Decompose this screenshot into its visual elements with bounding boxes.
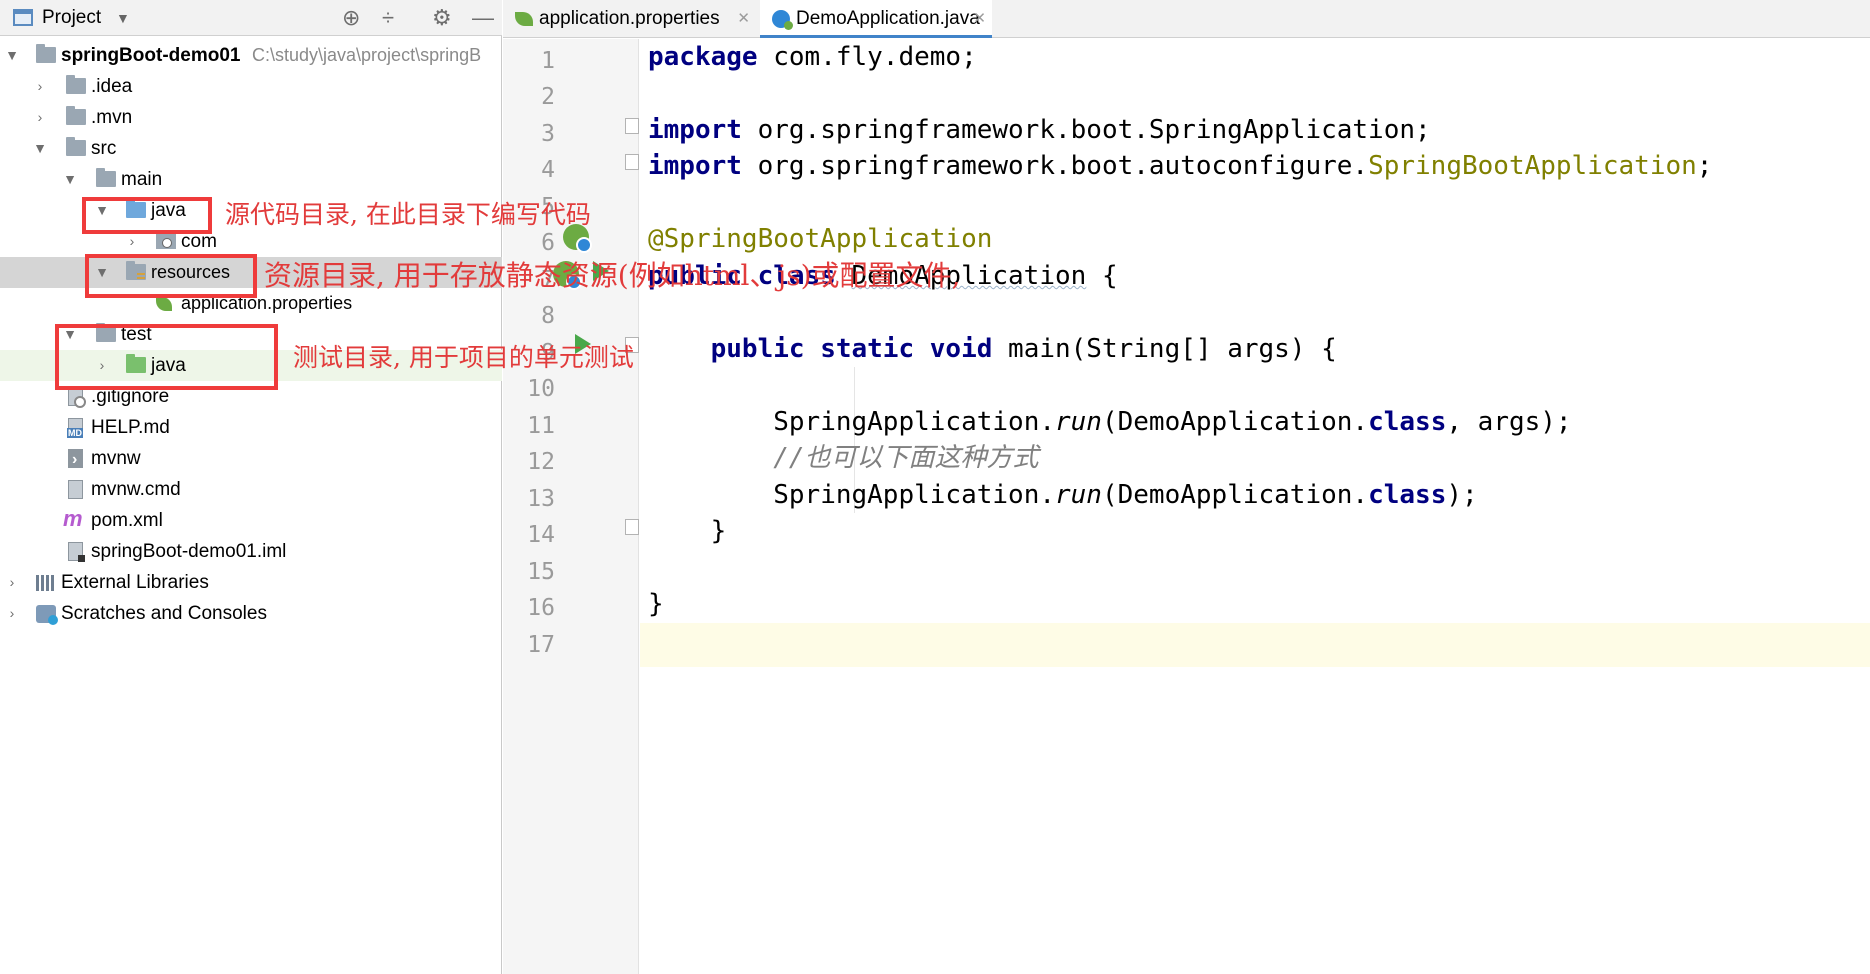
chevron-down-icon[interactable]: ▼ <box>4 40 20 71</box>
package-icon <box>156 233 176 249</box>
module-folder-icon <box>36 44 56 63</box>
close-icon[interactable]: ✕ <box>737 0 750 38</box>
project-view-selector[interactable]: Project <box>42 7 101 29</box>
tab-application-properties[interactable]: application.properties ✕ <box>503 0 756 38</box>
tree-item-idea[interactable]: › .idea <box>0 71 502 102</box>
tree-item-label: .mvn <box>91 107 133 128</box>
code-line-1[interactable]: package com.fly.demo; <box>648 35 977 79</box>
chevron-down-icon[interactable]: ▼ <box>116 10 130 26</box>
chevron-right-icon[interactable]: › <box>4 567 20 598</box>
fold-marker-icon[interactable] <box>625 519 639 535</box>
tree-item-label: mvnw.cmd <box>91 479 181 500</box>
locate-icon[interactable]: ⊕ <box>342 6 360 30</box>
module-file-icon <box>68 542 85 562</box>
tree-item-label: HELP.md <box>91 417 170 438</box>
project-tool-window: Project ▼ ⊕ ÷ ⚙ — ▼ springBoot-demo01 C:… <box>0 0 502 974</box>
project-window-icon <box>13 9 33 26</box>
tree-item-mvnw-cmd[interactable]: mvnw.cmd <box>0 474 502 505</box>
tree-item-external-libraries[interactable]: › External Libraries <box>0 567 502 598</box>
gear-icon[interactable]: ⚙ <box>432 6 452 30</box>
folder-icon <box>96 168 116 187</box>
tree-item-label: springBoot-demo01 <box>61 45 241 66</box>
code-editor: application.properties ✕ DemoApplication… <box>503 0 1870 974</box>
close-icon[interactable]: ✕ <box>973 0 986 38</box>
project-path-hint: C:\study\java\project\springB <box>252 45 482 65</box>
tree-item-label: .idea <box>91 76 133 97</box>
annotation-note-test: 测试目录, 用于项目的单元测试 <box>293 343 634 372</box>
markdown-file-icon <box>67 418 83 438</box>
tab-demo-application-java[interactable]: DemoApplication.java ✕ <box>760 0 992 38</box>
code-line-16[interactable]: } <box>648 582 664 626</box>
code-area[interactable]: package com.fly.demo; import org.springf… <box>640 39 1870 974</box>
editor-tab-bar: application.properties ✕ DemoApplication… <box>503 0 1870 38</box>
tree-item-mvnw[interactable]: mvnw <box>0 443 502 475</box>
project-panel-header: Project ▼ ⊕ ÷ ⚙ — <box>0 0 502 36</box>
collapse-all-icon[interactable]: ÷ <box>382 6 394 30</box>
chevron-right-icon[interactable]: › <box>4 598 20 629</box>
code-line-9[interactable]: public static void main(String[] args) { <box>648 327 1337 371</box>
spring-properties-icon <box>156 297 172 311</box>
hide-panel-icon[interactable]: — <box>472 6 494 30</box>
tree-item-pom-xml[interactable]: m pom.xml <box>0 505 502 536</box>
tree-item-label: pom.xml <box>91 510 163 531</box>
tree-item-main[interactable]: ▼ main <box>0 164 502 195</box>
annotation-note-resources: 资源目录, 用于存放静态资源(例如html、js)或配置文件, <box>264 259 961 292</box>
chevron-right-icon[interactable]: › <box>32 71 48 102</box>
libraries-icon <box>36 575 56 591</box>
spring-properties-icon <box>515 12 533 26</box>
current-line-highlight <box>640 623 1870 667</box>
tree-item-mvn[interactable]: › .mvn <box>0 102 502 133</box>
tree-item-com[interactable]: › com <box>0 226 502 257</box>
code-line-13[interactable]: SpringApplication.run(DemoApplication.cl… <box>648 473 1477 517</box>
java-class-icon <box>772 10 793 30</box>
tree-item-label: main <box>121 169 163 190</box>
fold-marker-icon[interactable] <box>625 154 639 170</box>
maven-icon: m <box>63 506 83 531</box>
code-line-14[interactable]: } <box>648 509 727 553</box>
chevron-right-icon[interactable]: › <box>32 102 48 133</box>
tree-item-label: src <box>91 138 117 159</box>
fold-marker-icon[interactable] <box>625 118 639 134</box>
code-line-4[interactable]: import org.springframework.boot.autoconf… <box>648 144 1712 188</box>
chevron-down-icon[interactable]: ▼ <box>62 164 78 195</box>
folder-icon <box>66 137 86 156</box>
line-number: 17 <box>527 632 555 658</box>
editor-gutter: 1 2 3 4 5 6 7 8 9 10 11 12 13 14 15 16 1… <box>503 39 639 974</box>
tree-item-help-md[interactable]: HELP.md <box>0 412 502 443</box>
tab-label: DemoApplication.java <box>796 8 980 29</box>
tab-label: application.properties <box>539 8 720 29</box>
folder-icon <box>66 106 86 125</box>
annotation-box-test <box>55 324 278 390</box>
annotation-box-resources <box>85 254 257 298</box>
tree-item-label: mvnw <box>91 448 141 469</box>
tree-item-project-root[interactable]: ▼ springBoot-demo01 C:\study\java\projec… <box>0 40 502 71</box>
folder-icon <box>66 75 86 94</box>
tree-item-label: Scratches and Consoles <box>61 603 267 624</box>
annotation-note-java: 源代码目录, 在此目录下编写代码 <box>225 200 591 229</box>
tree-item-label: springBoot-demo01.iml <box>91 541 287 562</box>
tree-item-src[interactable]: ▼ src <box>0 133 502 164</box>
scratches-icon <box>36 605 58 625</box>
text-file-icon <box>68 480 83 499</box>
tree-item-iml[interactable]: springBoot-demo01.iml <box>0 536 502 567</box>
chevron-down-icon[interactable]: ▼ <box>32 133 48 164</box>
shell-script-icon <box>68 444 83 475</box>
tree-item-label: External Libraries <box>61 572 209 593</box>
tree-item-scratches[interactable]: › Scratches and Consoles <box>0 598 502 629</box>
annotation-box-java <box>82 197 212 234</box>
